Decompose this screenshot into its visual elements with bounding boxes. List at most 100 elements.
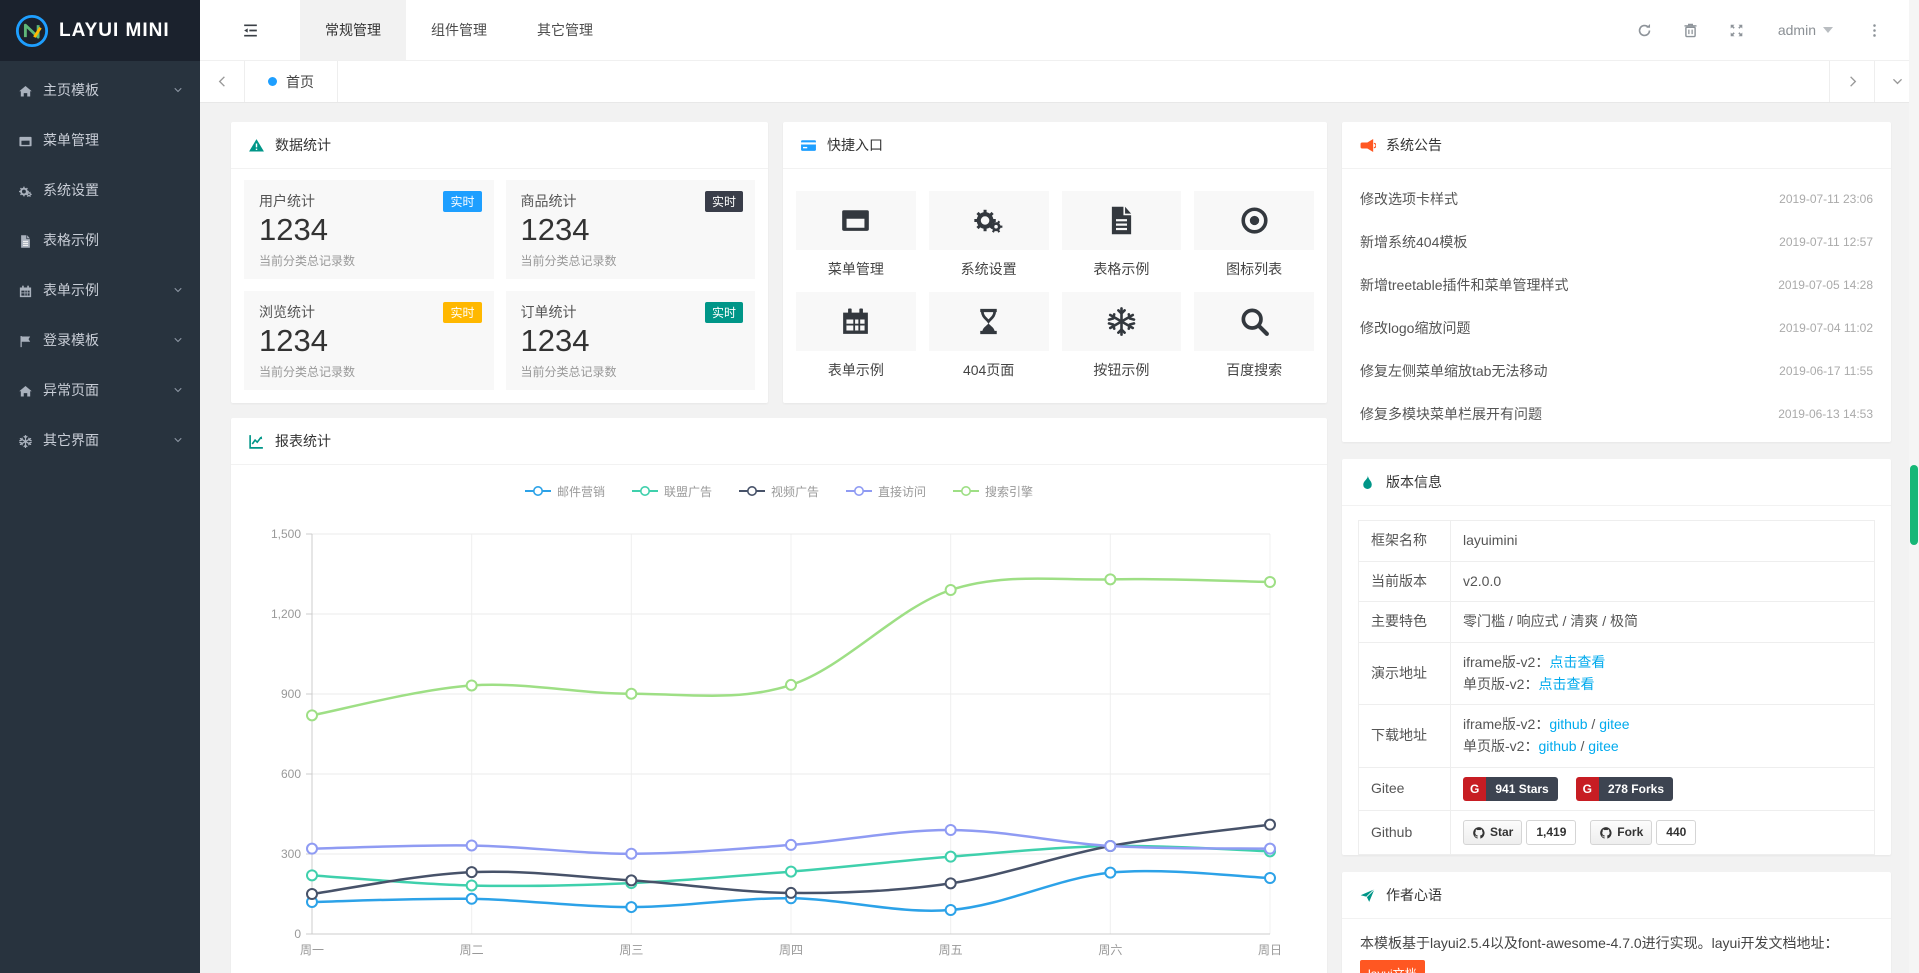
shortcut-item[interactable]: 系统设置 [929,191,1049,279]
gitee-stars-badge[interactable]: G941 Stars [1463,777,1558,802]
download-gitee-link[interactable]: gitee [1588,738,1618,754]
github-fork-button[interactable]: Fork [1590,820,1652,845]
user-menu[interactable]: admin [1760,22,1851,38]
chart-legend: 邮件营销 联盟广告 视频广告 直接访问 搜索引擎 [231,478,1327,504]
demo-onepage-link[interactable]: 点击查看 [1538,676,1594,692]
top-header: 常规管理 组件管理 其它管理 admin [200,0,1919,61]
sidebar-menu-item[interactable]: 异常页面 [0,365,200,415]
calendar-icon [839,305,872,338]
username: admin [1778,22,1816,38]
announcement-text[interactable]: 修改选项卡样式 [1360,189,1458,209]
paper-plane-icon [1359,887,1376,904]
header-nav-item[interactable]: 其它管理 [512,0,618,60]
realtime-badge: 实时 [705,302,743,323]
quick-entry-header: 快捷入口 [783,122,1327,169]
announcement-date: 2019-06-13 14:53 [1778,407,1873,421]
announcement-text[interactable]: 修复多模块菜单栏展开有问题 [1360,404,1542,424]
stat-description: 当前分类总记录数 [259,252,479,269]
shortcut-item[interactable]: 404页面 [929,292,1049,380]
stat-box[interactable]: 订单统计 1234 当前分类总记录数 实时 [506,291,756,390]
tab-home[interactable]: 首页 [245,61,338,102]
report-stats-header: 报表统计 [231,418,1327,465]
header-nav: 常规管理 组件管理 其它管理 [300,0,618,60]
left-column: 数据统计 用户统计 1234 当前分类总记录数 实时 商品统计 [231,122,1327,973]
quick-entry-card: 快捷入口 菜单管理 系统设置 [783,122,1327,403]
scrollbar-thumb[interactable] [1910,465,1918,545]
github-fork-count[interactable]: 440 [1656,820,1696,845]
shortcut-item[interactable]: 图标列表 [1194,191,1314,279]
github-star-button[interactable]: Star [1463,820,1522,845]
sidebar-item-label: 菜单管理 [43,130,99,150]
gitee-badges: G941 Stars G278 Forks [1451,767,1875,811]
calendar-icon [18,283,33,298]
stat-box[interactable]: 浏览统计 1234 当前分类总记录数 实时 [244,291,494,390]
refresh-button[interactable] [1622,0,1668,60]
tab-scroll-right-button[interactable] [1829,61,1874,102]
download-github-link[interactable]: github [1549,716,1587,732]
version-table: 框架名称layuimini 当前版本v2.0.0 主要特色零门槛 / 响应式 /… [1358,520,1875,855]
legend-item[interactable]: 邮件营销 [525,483,605,500]
sidebar-menu-item[interactable]: 系统设置 [0,165,200,215]
header-nav-item[interactable]: 常规管理 [300,0,406,60]
download-gitee-link[interactable]: gitee [1599,716,1629,732]
svg-text:周五: 周五 [939,943,963,957]
sidebar-item-label: 系统设置 [43,180,99,200]
more-options-button[interactable] [1851,0,1897,60]
layui-doc-badge[interactable]: layui文档 [1360,960,1425,973]
gitee-forks-badge[interactable]: G278 Forks [1576,777,1673,802]
stats-row: 数据统计 用户统计 1234 当前分类总记录数 实时 商品统计 [231,122,1327,403]
download-github-link[interactable]: github [1538,738,1576,754]
framework-name: layuimini [1451,521,1875,562]
shortcut-item[interactable]: 表单示例 [796,292,916,380]
svg-text:600: 600 [281,767,301,781]
sidebar-menu-item[interactable]: 其它界面 [0,415,200,465]
logo: LAYUI MINI [0,0,200,61]
svg-text:0: 0 [294,927,301,941]
svg-text:300: 300 [281,847,301,861]
shortcut-item[interactable]: 百度搜索 [1194,292,1314,380]
shortcut-label: 按钮示例 [1062,360,1182,380]
tab-scroll-left-button[interactable] [200,61,245,102]
legend-item[interactable]: 搜索引擎 [953,483,1033,500]
stat-value: 1234 [521,212,741,248]
right-column: 系统公告 修改选项卡样式 2019-07-11 23:06 新增系统404模板 … [1342,122,1891,973]
shortcut-item[interactable]: 按钮示例 [1062,292,1182,380]
sidebar-menu-item[interactable]: 登录模板 [0,315,200,365]
legend-item[interactable]: 直接访问 [846,483,926,500]
legend-label: 直接访问 [878,483,926,500]
page-scrollbar [1909,0,1919,973]
sidebar-menu-item[interactable]: 表格示例 [0,215,200,265]
stat-box[interactable]: 商品统计 1234 当前分类总记录数 实时 [506,180,756,279]
shortcut-grid: 菜单管理 系统设置 表格示例 图标列表 [783,169,1327,380]
layui-mini-logo-icon [15,14,49,48]
sidebar-menu-item[interactable]: 菜单管理 [0,115,200,165]
legend-label: 搜索引擎 [985,483,1033,500]
fullscreen-button[interactable] [1714,0,1760,60]
shortcut-label: 表单示例 [796,360,916,380]
stats-grid: 用户统计 1234 当前分类总记录数 实时 商品统计 1234 当前分类总记录数… [231,169,768,401]
github-star-count[interactable]: 1,419 [1526,820,1576,845]
snowflake-icon [1105,305,1138,338]
words-paragraph: 本模板基于layui2.5.4以及font-awesome-4.7.0进行实现。… [1360,935,1838,951]
announcement-text[interactable]: 新增系统404模板 [1360,232,1467,252]
main-area: 常规管理 组件管理 其它管理 admin [200,0,1919,973]
sidebar-menu-item[interactable]: 主页模板 [0,65,200,115]
snowflake-icon [18,433,33,448]
announcement-row: 新增treetable插件和菜单管理样式 2019-07-05 14:28 [1360,263,1873,306]
announcement-text[interactable]: 修复左侧菜单缩放tab无法移动 [1360,361,1547,381]
stat-box[interactable]: 用户统计 1234 当前分类总记录数 实时 [244,180,494,279]
shortcut-item[interactable]: 表格示例 [1062,191,1182,279]
chevron-left-icon [215,74,230,89]
sidebar-collapse-button[interactable] [200,0,300,60]
legend-item[interactable]: 联盟广告 [632,483,712,500]
sidebar: LAYUI MINI 主页模板 菜单管理 系统设置 表格示例 [0,0,200,973]
demo-iframe-link[interactable]: 点击查看 [1549,654,1605,670]
shortcut-item[interactable]: 菜单管理 [796,191,916,279]
announcement-text[interactable]: 新增treetable插件和菜单管理样式 [1360,275,1568,295]
clear-cache-button[interactable] [1668,0,1714,60]
announcement-row: 新增系统404模板 2019-07-11 12:57 [1360,220,1873,263]
announcement-text[interactable]: 修改logo缩放问题 [1360,318,1470,338]
legend-item[interactable]: 视频广告 [739,483,819,500]
sidebar-menu-item[interactable]: 表单示例 [0,265,200,315]
header-nav-item[interactable]: 组件管理 [406,0,512,60]
